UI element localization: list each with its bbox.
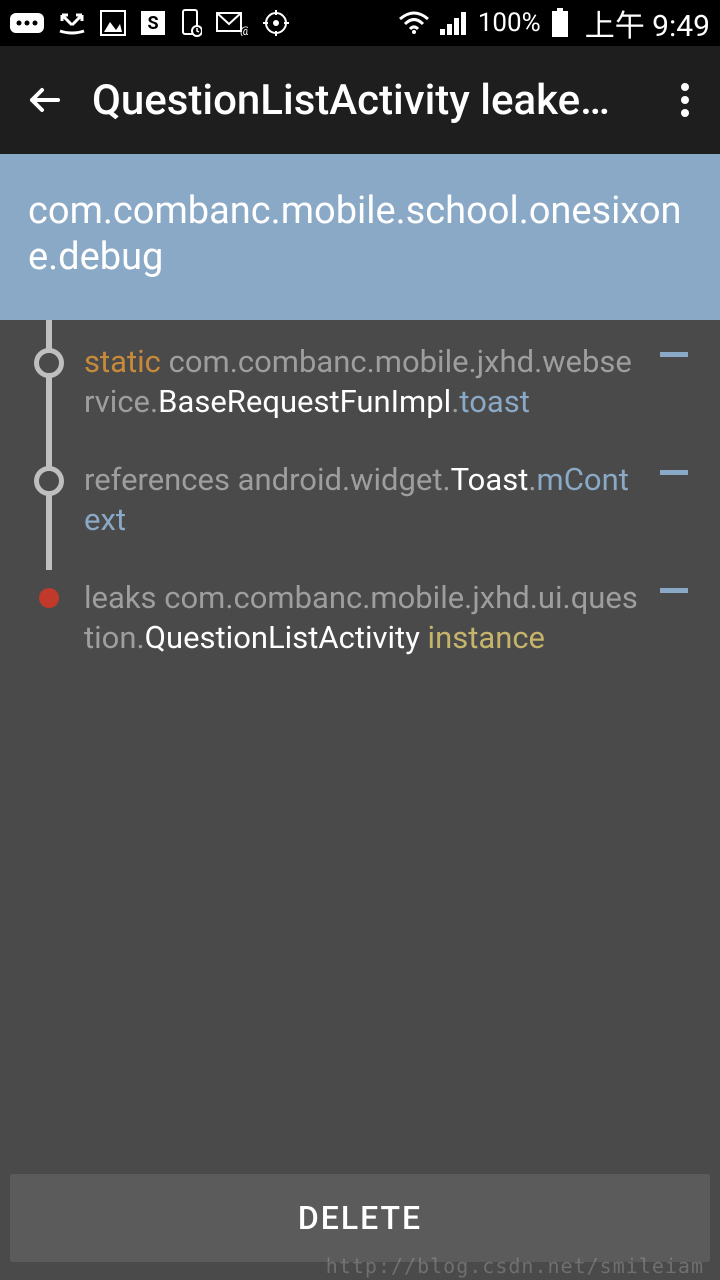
wifi-icon bbox=[398, 11, 430, 35]
more-vert-icon bbox=[680, 82, 690, 118]
device-icon bbox=[180, 9, 202, 37]
trace-text: leaks com.combanc.mobile.jxhd.ui.questio… bbox=[84, 578, 648, 658]
trace-row[interactable]: leaks com.combanc.mobile.jxhd.ui.questio… bbox=[14, 578, 700, 658]
trace-node-icon bbox=[34, 466, 64, 496]
app-bar: QuestionListActivity leake… bbox=[0, 46, 720, 154]
page-title: QuestionListActivity leake… bbox=[92, 76, 672, 125]
trace-node-icon bbox=[34, 348, 64, 378]
signal-icon bbox=[440, 11, 468, 35]
collapse-button[interactable] bbox=[648, 460, 700, 475]
missed-call-icon bbox=[58, 11, 86, 35]
package-header: com.combanc.mobile.school.onesixone.debu… bbox=[0, 154, 720, 320]
collapse-button[interactable] bbox=[648, 342, 700, 357]
collapse-button[interactable] bbox=[648, 578, 700, 593]
keyword-leaks: leaks bbox=[84, 579, 157, 616]
delete-button[interactable]: DELETE bbox=[10, 1174, 710, 1262]
battery-percent: 100% bbox=[478, 8, 541, 38]
trace-row[interactable]: references android.widget.Toast.mContext bbox=[14, 460, 700, 540]
watermark: http://blog.csdn.net/smileiam bbox=[326, 1254, 704, 1278]
battery-icon bbox=[551, 8, 569, 38]
keyword-references: references bbox=[84, 461, 230, 498]
image-icon bbox=[100, 10, 126, 36]
svg-text:S: S bbox=[147, 13, 158, 34]
mail-icon: @ bbox=[216, 10, 248, 36]
back-button[interactable] bbox=[18, 73, 72, 127]
leak-trace: static com.combanc.mobile.jxhd.webservic… bbox=[0, 320, 720, 716]
svg-text:@: @ bbox=[240, 24, 248, 36]
trace-row[interactable]: static com.combanc.mobile.jxhd.webservic… bbox=[14, 342, 700, 422]
trace-text: static com.combanc.mobile.jxhd.webservic… bbox=[84, 342, 648, 422]
clock-time: 上午 9:49 bbox=[585, 1, 710, 45]
target-icon bbox=[262, 9, 290, 37]
trace-leak-node-icon bbox=[39, 588, 59, 608]
minus-icon bbox=[660, 470, 688, 475]
more-icon bbox=[10, 13, 44, 33]
app-s-icon: S bbox=[140, 10, 166, 36]
minus-icon bbox=[660, 352, 688, 357]
minus-icon bbox=[660, 588, 688, 593]
keyword-instance: instance bbox=[420, 619, 545, 656]
status-bar: S @ 100% 上午 9:49 bbox=[0, 0, 720, 46]
keyword-static: static bbox=[84, 343, 161, 380]
arrow-left-icon bbox=[26, 81, 64, 119]
trace-text: references android.widget.Toast.mContext bbox=[84, 460, 648, 540]
overflow-menu-button[interactable] bbox=[672, 74, 698, 126]
